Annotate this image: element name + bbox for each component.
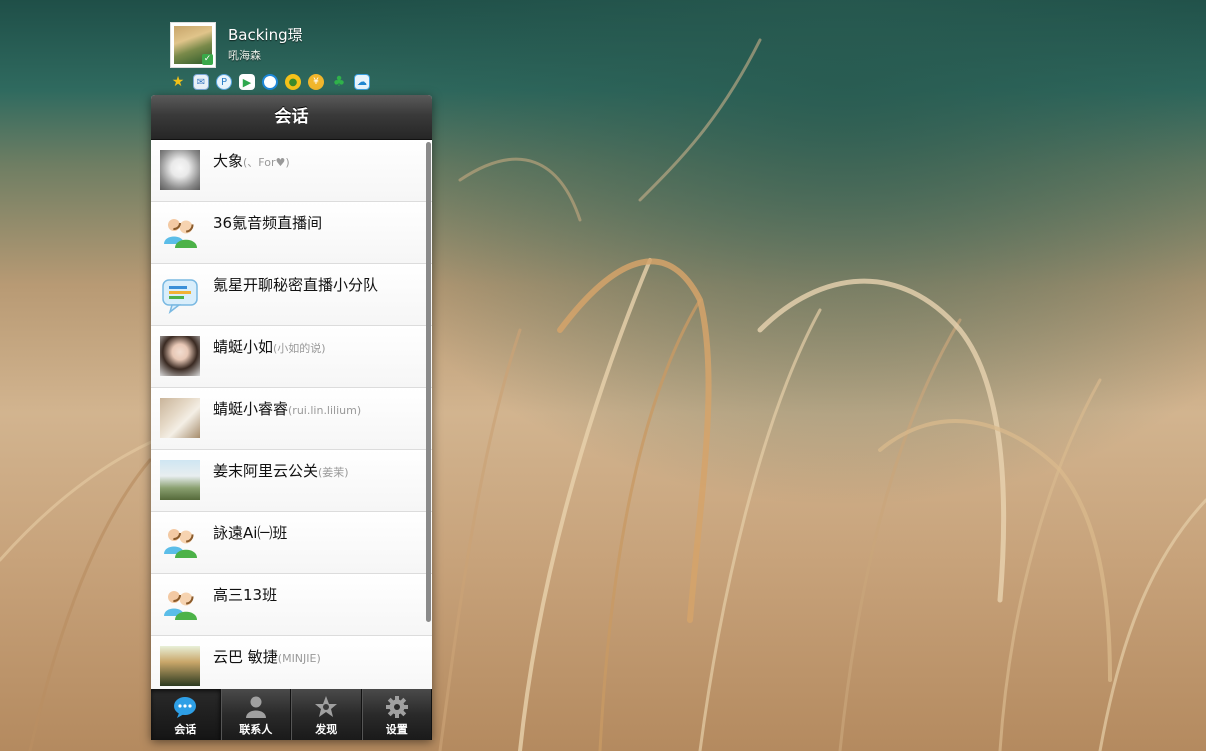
conversation-name: 大象: [213, 152, 244, 170]
play-icon[interactable]: ▶: [239, 74, 255, 90]
user-nickname[interactable]: Backing璟: [228, 24, 303, 45]
browser-icon[interactable]: [262, 74, 278, 90]
tab-settings[interactable]: 设置: [361, 689, 432, 740]
conversation-item[interactable]: 云巴 敏捷(MINJIE): [151, 636, 432, 689]
clover-icon[interactable]: ♣: [331, 74, 347, 90]
tab-label: 发现: [315, 723, 338, 736]
user-avatar[interactable]: ✓: [170, 22, 216, 68]
conversation-item[interactable]: 姜末阿里云公关(姜茉): [151, 450, 432, 512]
conversation-name: 氪星开聊秘密直播小分队: [213, 276, 379, 294]
conversation-name: 高三13班: [213, 586, 278, 604]
quick-launch-bar: ★ ✉ P ▶ ● ¥ ♣ ☁: [170, 74, 370, 92]
contact-avatar: [160, 336, 200, 376]
tab-discover[interactable]: 发现: [291, 689, 362, 740]
conversation-name: 蜻蜓小睿睿: [213, 400, 289, 418]
gear-icon: [385, 695, 409, 719]
bottom-tab-bar: 会话 联系人 发现 设置: [151, 689, 432, 740]
wallet-icon[interactable]: ¥: [308, 74, 324, 90]
conversation-item[interactable]: 36氪音频直播间: [151, 202, 432, 264]
conversation-item[interactable]: 蜻蜓小如(小如的说): [151, 326, 432, 388]
conversation-panel: 会话 大象(、For♥) 36氪音频直播间 氪星开聊秘密直播小分队 蜻蜓小如(小…: [151, 95, 432, 740]
contact-avatar: [160, 398, 200, 438]
online-status-icon: ✓: [202, 54, 213, 65]
conversation-name: 姜末阿里云公关: [213, 462, 319, 480]
contact-avatar: [160, 460, 200, 500]
search-icon[interactable]: P: [216, 74, 232, 90]
conversation-item[interactable]: 大象(、For♥): [151, 140, 432, 202]
conversation-remark: (、For♥): [243, 156, 290, 169]
game-icon[interactable]: ●: [285, 74, 301, 90]
conversation-item[interactable]: 詠遠Ai㈠班: [151, 512, 432, 574]
conversation-name: 蜻蜓小如: [213, 338, 274, 356]
tab-label: 会话: [174, 723, 197, 736]
list-scrollbar[interactable]: [426, 142, 431, 622]
conversation-item[interactable]: 蜻蜓小睿睿(rui.lin.lilium): [151, 388, 432, 450]
conversation-remark: (rui.lin.lilium): [288, 404, 362, 417]
conversation-name: 云巴 敏捷: [213, 648, 278, 666]
tab-label: 联系人: [239, 723, 273, 736]
contact-avatar: [160, 150, 200, 190]
group-icon: [160, 584, 200, 624]
conversation-remark: (姜茉): [318, 466, 349, 479]
contact-avatar: [160, 646, 200, 686]
conversation-remark: (MINJIE): [277, 652, 321, 665]
discover-star-icon: [314, 695, 338, 719]
panel-titlebar: 会话: [151, 95, 432, 140]
discussion-icon: [160, 274, 200, 314]
cloud-icon[interactable]: ☁: [354, 74, 370, 90]
conversation-remark: (小如的说): [273, 342, 326, 355]
conversation-item[interactable]: 氪星开聊秘密直播小分队: [151, 264, 432, 326]
user-signature[interactable]: 吼海森: [228, 47, 261, 63]
mail-icon[interactable]: ✉: [193, 74, 209, 90]
contacts-icon: [244, 695, 268, 719]
conversation-list: 大象(、For♥) 36氪音频直播间 氪星开聊秘密直播小分队 蜻蜓小如(小如的说…: [151, 140, 432, 689]
group-icon: [160, 522, 200, 562]
conversation-item[interactable]: 高三13班: [151, 574, 432, 636]
tab-contacts[interactable]: 联系人: [220, 689, 291, 740]
conversation-name: 36氪音频直播间: [213, 214, 323, 232]
tab-conversations[interactable]: 会话: [151, 689, 221, 740]
profile-header: ✓ Backing璟 吼海森 ★ ✉ P ▶ ● ¥ ♣ ☁: [170, 22, 450, 97]
conversation-name: 詠遠Ai㈠班: [213, 524, 288, 542]
tab-label: 设置: [385, 723, 408, 736]
panel-title: 会话: [274, 107, 309, 127]
chat-bubble-icon: [173, 695, 197, 719]
star-icon[interactable]: ★: [170, 74, 186, 90]
group-icon: [160, 212, 200, 252]
